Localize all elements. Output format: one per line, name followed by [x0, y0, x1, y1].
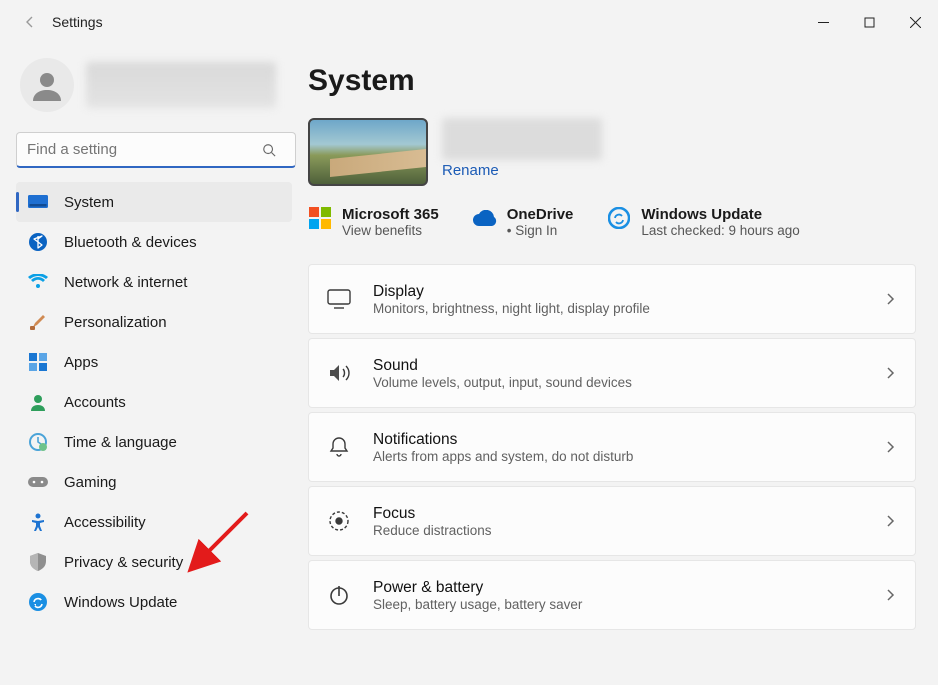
device-name-redacted [442, 118, 602, 160]
card-title: Display [373, 283, 861, 301]
brush-icon [28, 312, 48, 332]
status-title: Microsoft 365 [342, 206, 439, 223]
sidebar-item-label: Gaming [64, 474, 117, 491]
rename-link[interactable]: Rename [442, 162, 602, 179]
sidebar-item-accessibility[interactable]: Accessibility [16, 502, 292, 542]
sidebar-item-system[interactable]: System [16, 182, 292, 222]
search-icon [262, 143, 276, 157]
bluetooth-icon [28, 232, 48, 252]
card-display[interactable]: Display Monitors, brightness, night ligh… [308, 264, 916, 334]
sidebar-item-label: Personalization [64, 314, 167, 331]
chevron-right-icon [883, 588, 897, 602]
card-notifications[interactable]: Notifications Alerts from apps and syste… [308, 412, 916, 482]
card-title: Power & battery [373, 579, 861, 597]
sidebar-item-label: Apps [64, 354, 98, 371]
card-sub: Reduce distractions [373, 523, 861, 538]
back-button[interactable] [12, 4, 48, 40]
sidebar-item-network[interactable]: Network & internet [16, 262, 292, 302]
gamepad-icon [28, 472, 48, 492]
sidebar-item-label: Privacy & security [64, 554, 183, 571]
status-windows-update[interactable]: Windows Update Last checked: 9 hours ago [607, 206, 799, 238]
status-sub: Sign In [507, 223, 574, 238]
status-onedrive[interactable]: OneDrive Sign In [473, 206, 574, 238]
chevron-right-icon [883, 514, 897, 528]
apps-icon [28, 352, 48, 372]
sidebar-nav: System Bluetooth & devices Network & int… [16, 182, 292, 622]
sidebar-item-personalization[interactable]: Personalization [16, 302, 292, 342]
titlebar: Settings [0, 0, 938, 44]
sidebar-item-time-language[interactable]: Time & language [16, 422, 292, 462]
sidebar-item-label: Accessibility [64, 514, 146, 531]
sidebar-item-label: System [64, 194, 114, 211]
card-title: Focus [373, 505, 861, 523]
sidebar-item-apps[interactable]: Apps [16, 342, 292, 382]
sidebar-item-windows-update[interactable]: Windows Update [16, 582, 292, 622]
ms365-icon [308, 206, 332, 230]
person-icon [28, 392, 48, 412]
bell-icon [327, 435, 351, 459]
card-sub: Volume levels, output, input, sound devi… [373, 375, 861, 390]
search-input[interactable] [16, 132, 296, 168]
sidebar-item-label: Windows Update [64, 594, 177, 611]
app-title: Settings [52, 14, 103, 30]
window-controls [800, 6, 938, 38]
card-sound[interactable]: Sound Volume levels, output, input, soun… [308, 338, 916, 408]
power-icon [327, 583, 351, 607]
status-sub: View benefits [342, 223, 439, 238]
maximize-button[interactable] [846, 6, 892, 38]
close-button[interactable] [892, 6, 938, 38]
clock-globe-icon [28, 432, 48, 452]
sidebar-item-label: Time & language [64, 434, 177, 451]
avatar [20, 58, 74, 112]
focus-icon [327, 509, 351, 533]
onedrive-icon [473, 206, 497, 230]
avatar-placeholder-icon [29, 67, 65, 103]
sidebar-item-label: Bluetooth & devices [64, 234, 197, 251]
chevron-right-icon [883, 440, 897, 454]
card-focus[interactable]: Focus Reduce distractions [308, 486, 916, 556]
card-title: Notifications [373, 431, 861, 449]
page-title: System [308, 64, 916, 98]
card-title: Sound [373, 357, 861, 375]
sidebar-item-accounts[interactable]: Accounts [16, 382, 292, 422]
status-title: OneDrive [507, 206, 574, 223]
sidebar-item-label: Accounts [64, 394, 126, 411]
arrow-left-icon [22, 14, 38, 30]
card-power-battery[interactable]: Power & battery Sleep, battery usage, ba… [308, 560, 916, 630]
sidebar-item-label: Network & internet [64, 274, 187, 291]
system-icon [28, 192, 48, 212]
card-sub: Monitors, brightness, night light, displ… [373, 301, 861, 316]
chevron-right-icon [883, 292, 897, 306]
update-icon [28, 592, 48, 612]
status-ms365[interactable]: Microsoft 365 View benefits [308, 206, 439, 238]
user-name-redacted [86, 62, 276, 108]
accessibility-icon [28, 512, 48, 532]
status-sub: Last checked: 9 hours ago [641, 223, 799, 238]
main-pane: System Rename Microsoft 365 View benefit… [300, 44, 938, 685]
minimize-button[interactable] [800, 6, 846, 38]
user-row[interactable] [16, 54, 292, 126]
shield-icon [28, 552, 48, 572]
settings-cards: Display Monitors, brightness, night ligh… [308, 264, 916, 630]
device-wallpaper-thumbnail[interactable] [308, 118, 428, 186]
sidebar-item-gaming[interactable]: Gaming [16, 462, 292, 502]
status-title: Windows Update [641, 206, 799, 223]
card-sub: Sleep, battery usage, battery saver [373, 597, 861, 612]
wifi-icon [28, 272, 48, 292]
update-circle-icon [607, 206, 631, 230]
card-sub: Alerts from apps and system, do not dist… [373, 449, 861, 464]
sidebar-item-privacy-security[interactable]: Privacy & security [16, 542, 292, 582]
status-row: Microsoft 365 View benefits OneDrive Sig… [308, 206, 916, 238]
chevron-right-icon [883, 366, 897, 380]
display-icon [327, 287, 351, 311]
sound-icon [327, 361, 351, 385]
sidebar-item-bluetooth[interactable]: Bluetooth & devices [16, 222, 292, 262]
device-row: Rename [308, 118, 916, 186]
sidebar: System Bluetooth & devices Network & int… [0, 44, 300, 685]
